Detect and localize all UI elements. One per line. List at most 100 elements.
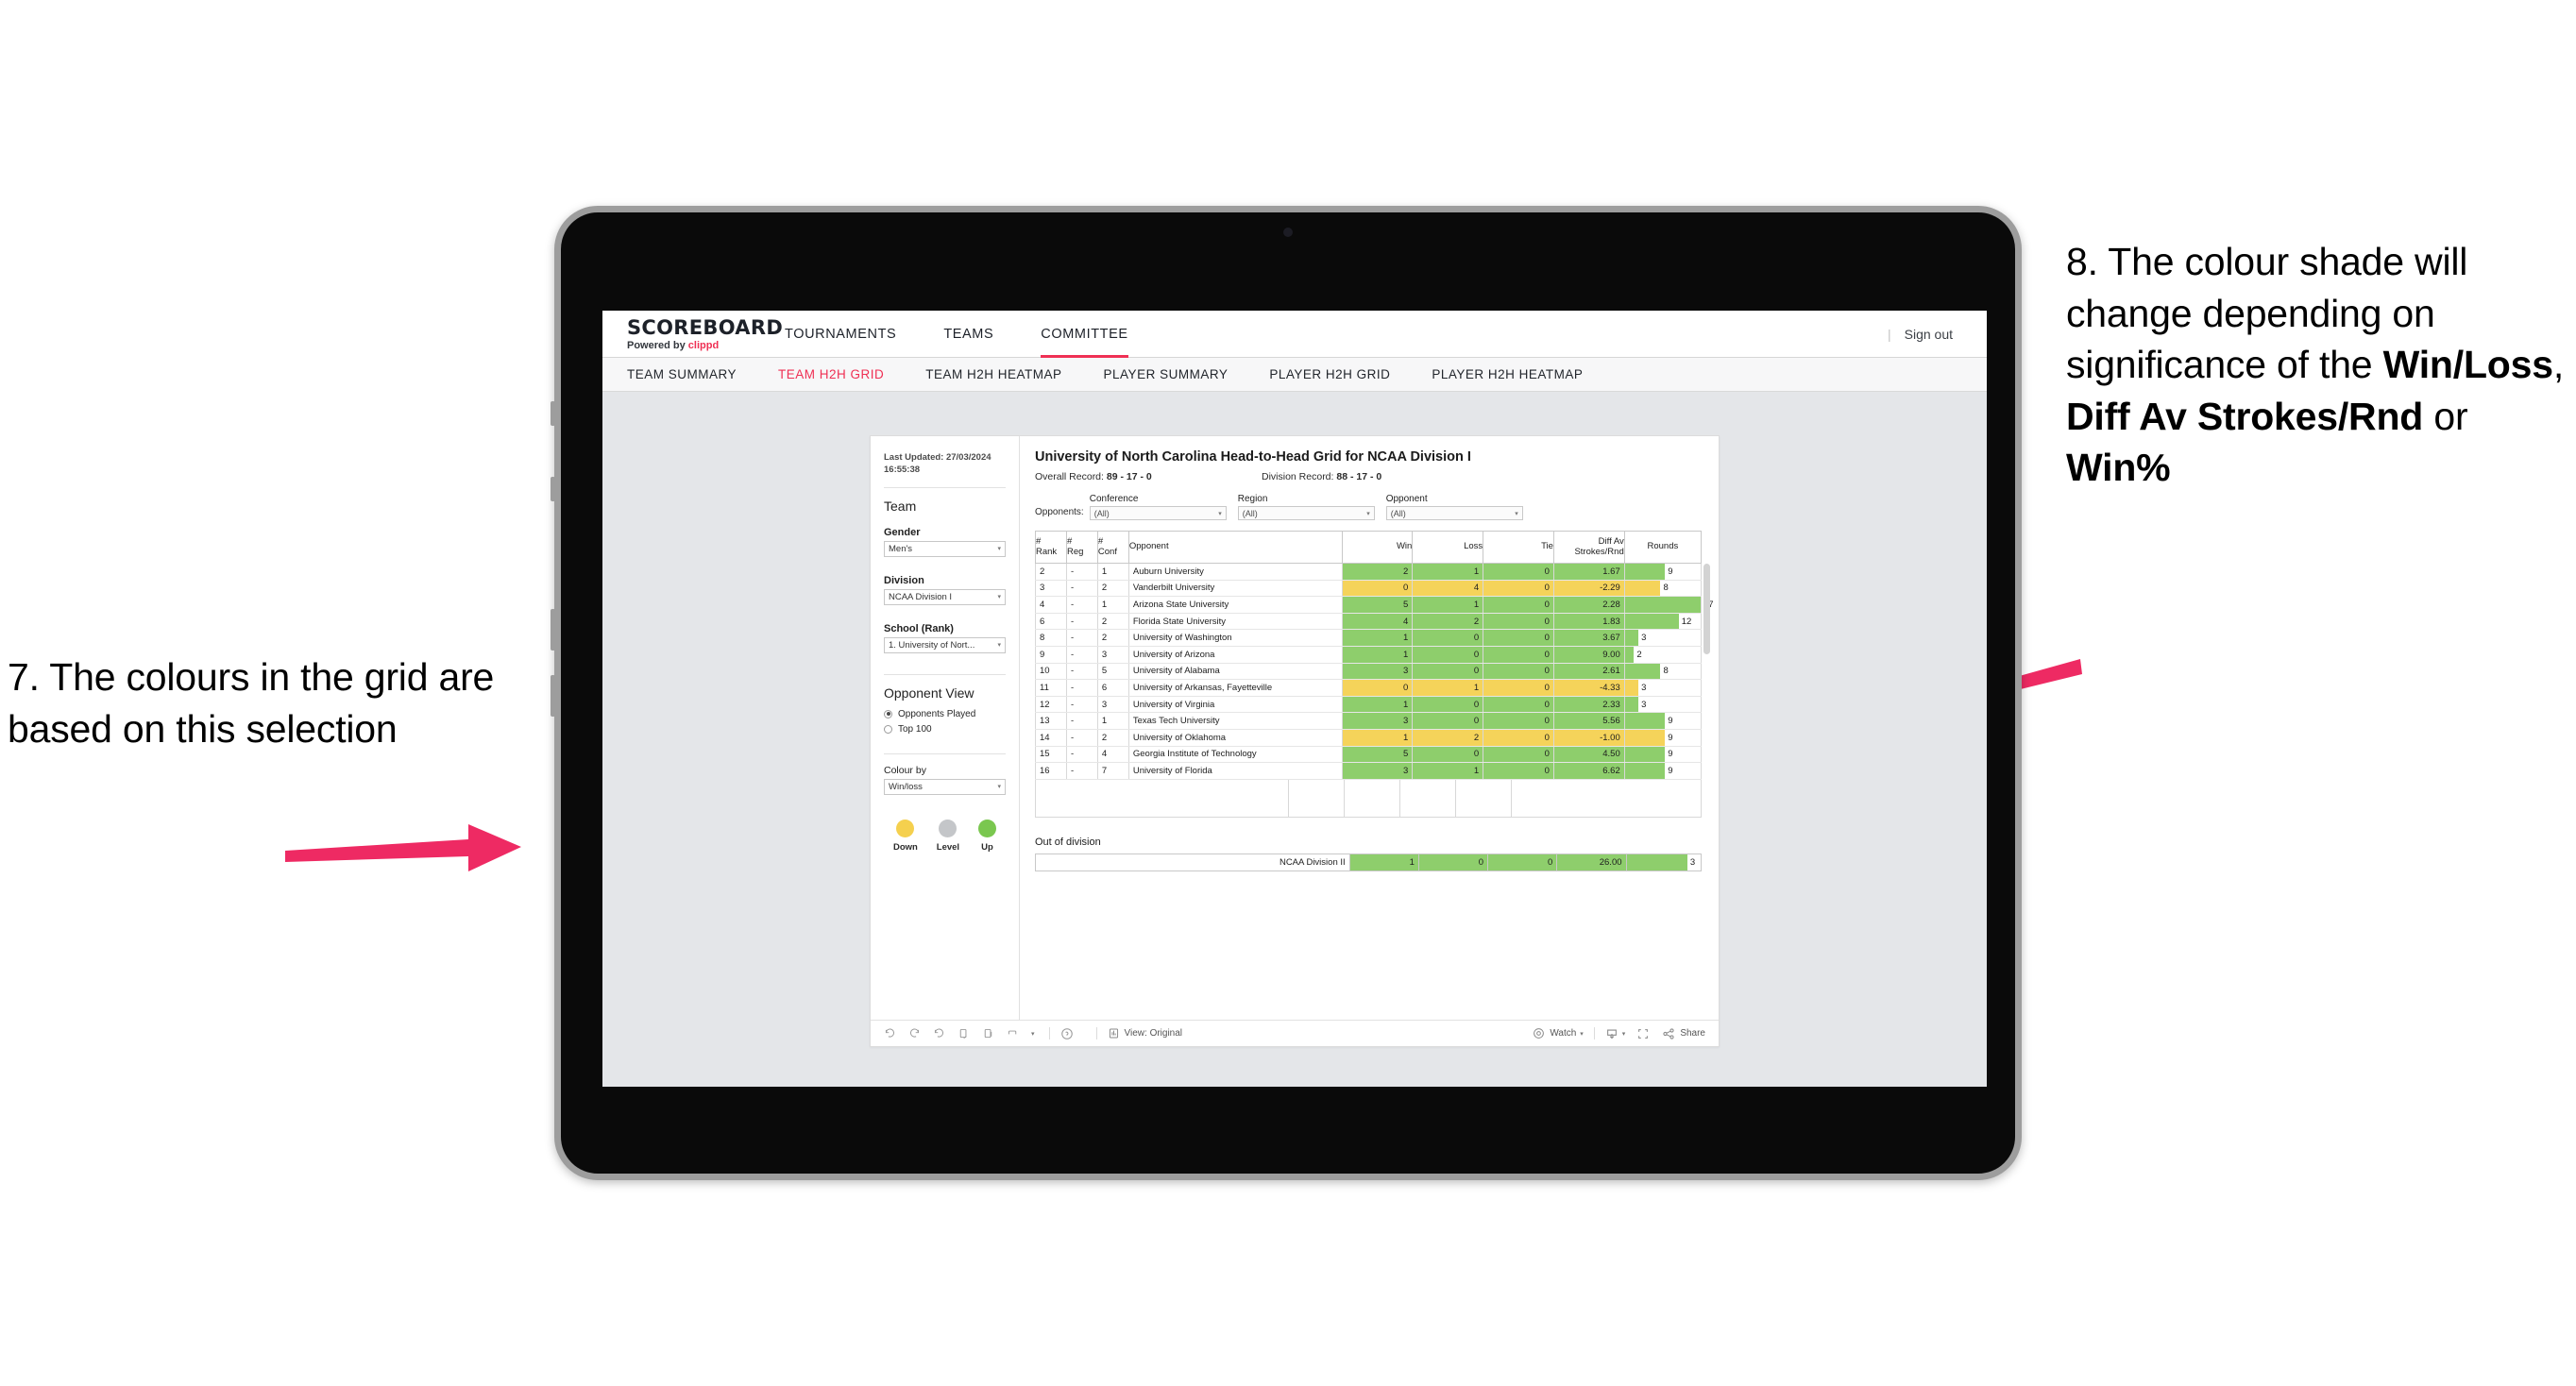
topnav-item-teams[interactable]: TEAMS	[943, 313, 993, 358]
out-of-division-opponent: NCAA Division II	[1035, 853, 1350, 871]
table-row[interactable]: 9-3 University of Arizona 1 0 0 9.00 2	[1035, 646, 1703, 664]
table-row[interactable]: 8-2 University of Washington 1 0 0 3.67 3	[1035, 629, 1703, 647]
cell-tie: 0	[1483, 580, 1554, 598]
redo-icon[interactable]	[908, 1027, 921, 1040]
col-header-reg[interactable]: # Reg	[1065, 531, 1098, 564]
tablet-volume-up-button	[551, 609, 555, 651]
col-header-rank[interactable]: # Rank	[1035, 531, 1067, 564]
subnav-item-team-summary[interactable]: TEAM SUMMARY	[627, 367, 737, 381]
subnav-item-team-h2h-heatmap[interactable]: TEAM H2H HEATMAP	[925, 367, 1061, 381]
cell-rank: 15	[1035, 746, 1067, 764]
table-row[interactable]: 10-5 University of Alabama 3 0 0 2.61 8	[1035, 663, 1703, 681]
brand-logo[interactable]: SCOREBOARD Powered by clippd	[602, 316, 783, 351]
opponent-select[interactable]: (All) ▾	[1385, 506, 1523, 520]
col-header-tie[interactable]: Tie	[1483, 531, 1554, 564]
table-row[interactable]: NCAA Division II 1 0 0 26.00 3	[1035, 853, 1703, 871]
brand-sub-prefix: Powered by	[627, 340, 688, 351]
signout-link[interactable]: Sign out	[1905, 327, 1953, 342]
share-button[interactable]: Share	[1662, 1027, 1705, 1040]
gender-select[interactable]: Men's ▾	[884, 540, 1006, 557]
table-row[interactable]: 16-7 University of Florida 3 1 0 6.62 9	[1035, 762, 1703, 780]
chevron-down-icon[interactable]: ▾	[1622, 1030, 1626, 1038]
undo-icon[interactable]	[884, 1027, 896, 1040]
toolbar-separator	[1095, 1027, 1097, 1040]
subnav-item-team-h2h-grid[interactable]: TEAM H2H GRID	[778, 367, 884, 381]
brand-sub-accent: clippd	[687, 340, 720, 351]
annotation-7-text: 7. The colours in the grid are based on …	[8, 655, 495, 751]
cell-conf: 3	[1096, 646, 1129, 664]
radio-icon	[884, 724, 892, 734]
school-select[interactable]: 1. University of Nort... ▾	[884, 636, 1006, 653]
cell-diff: 2.61	[1552, 663, 1625, 681]
cell-win: 3	[1341, 712, 1414, 730]
col-header-rounds[interactable]: Rounds	[1623, 531, 1703, 564]
view-original-button[interactable]: View: Original	[1108, 1027, 1182, 1040]
tablet-side-button	[551, 401, 555, 426]
table-row[interactable]: 15-4 Georgia Institute of Technology 5 0 0 4.…	[1035, 746, 1703, 764]
overall-record-value: 89 - 17 - 0	[1106, 471, 1152, 482]
subnav-item-player-summary[interactable]: PLAYER SUMMARY	[1104, 367, 1229, 381]
cell-diff: 1.67	[1552, 563, 1625, 581]
grid-scrollbar[interactable]	[1703, 564, 1710, 654]
table-row[interactable]: 14-2 University of Oklahoma 1 2 0 -1.00 9	[1035, 729, 1703, 747]
cell-reg: -	[1065, 679, 1098, 697]
region-select-value: (All)	[1242, 508, 1258, 518]
col-header-diff[interactable]: Diff Av Strokes/Rnd	[1552, 531, 1625, 564]
cell-diff: -4.33	[1552, 679, 1625, 697]
topnav-item-tournaments[interactable]: TOURNAMENTS	[785, 313, 896, 358]
rounds-bar-cell: 3	[1624, 630, 1701, 646]
grid-empty-diff	[1456, 779, 1512, 817]
revert-icon[interactable]	[933, 1027, 945, 1040]
refresh-icon[interactable]	[958, 1027, 970, 1040]
table-row[interactable]: 2-1 Auburn University 2 1 0 1.67 9	[1035, 563, 1703, 581]
cell-opponent: Vanderbilt University	[1127, 580, 1343, 598]
help-icon[interactable]	[1060, 1027, 1074, 1040]
cell-loss: 0	[1412, 629, 1484, 647]
pause-icon[interactable]	[982, 1027, 994, 1040]
annotation-8-mid2: or	[2423, 394, 2468, 438]
table-row[interactable]: 4-1Arizona State University5102.2817	[1035, 596, 1714, 614]
legend-item-down: Down	[893, 819, 918, 853]
radio-top-100[interactable]: Top 100	[884, 724, 1006, 735]
topnav-item-committee[interactable]: COMMITTEE	[1041, 313, 1128, 358]
radio-opponents-played[interactable]: Opponents Played	[884, 709, 1006, 719]
viz-toolbar: ▾ View: Original Watch ▾ ▾ Share	[871, 1020, 1719, 1046]
cell-tie: 0	[1483, 613, 1554, 631]
division-select[interactable]: NCAA Division I ▾	[884, 588, 1006, 605]
fullscreen-icon[interactable]	[1636, 1027, 1650, 1040]
cell-loss: 0	[1412, 663, 1484, 681]
conference-select[interactable]: (All) ▾	[1089, 506, 1227, 520]
rounds-value: 9	[1668, 749, 1673, 760]
region-select[interactable]: (All) ▾	[1237, 506, 1375, 520]
cell-reg: -	[1065, 712, 1098, 730]
table-row[interactable]: 13-1 Texas Tech University 3 0 0 5.56 9	[1035, 712, 1703, 730]
watch-button[interactable]: Watch ▾	[1533, 1027, 1584, 1040]
subnav-item-player-h2h-grid[interactable]: PLAYER H2H GRID	[1269, 367, 1390, 381]
grid-empty-tie	[1400, 779, 1456, 817]
col-header-loss[interactable]: Loss	[1412, 531, 1484, 564]
cell-reg: -	[1065, 563, 1098, 581]
col-header-win[interactable]: Win	[1341, 531, 1414, 564]
table-row[interactable]: 6-2 Florida State University 4 2 0 1.83 12	[1035, 613, 1703, 631]
cell-opponent: University of Virginia	[1127, 696, 1343, 714]
colour-by-select[interactable]: Win/loss ▾	[884, 778, 1006, 795]
download-icon[interactable]	[1605, 1027, 1618, 1040]
rounds-bar	[1624, 564, 1666, 580]
table-row[interactable]: 3-2 Vanderbilt University 0 4 0 -2.29 8	[1035, 580, 1703, 598]
annotation-8-bold-diffav: Diff Av Strokes/Rnd	[2066, 394, 2424, 438]
school-select-value: 1. University of Nort...	[889, 639, 975, 651]
grid-body: 2-1 Auburn University 2 1 0 1.67 9 3-2 Vanderbil…	[1035, 563, 1714, 780]
rounds-bar-cell: 9	[1624, 564, 1701, 580]
chevron-down-icon[interactable]: ▾	[1031, 1030, 1035, 1038]
table-row[interactable]: 11-6 University of Arkansas, Fayetteville…	[1035, 679, 1703, 697]
overall-record: Overall Record: 89 - 17 - 0	[1035, 471, 1262, 482]
col-header-opponent[interactable]: Opponent	[1127, 531, 1343, 564]
subnav-item-player-h2h-heatmap[interactable]: PLAYER H2H HEATMAP	[1432, 367, 1583, 381]
cell-win: 4	[1341, 613, 1414, 631]
cell-reg: -	[1065, 729, 1098, 747]
cell-conf: 6	[1096, 679, 1129, 697]
col-header-conf[interactable]: # Conf	[1096, 531, 1129, 564]
rounds-value: 8	[1663, 666, 1669, 677]
arrow-loop-icon[interactable]	[1007, 1027, 1019, 1040]
table-row[interactable]: 12-3 University of Virginia 1 0 0 2.33 3	[1035, 696, 1703, 714]
